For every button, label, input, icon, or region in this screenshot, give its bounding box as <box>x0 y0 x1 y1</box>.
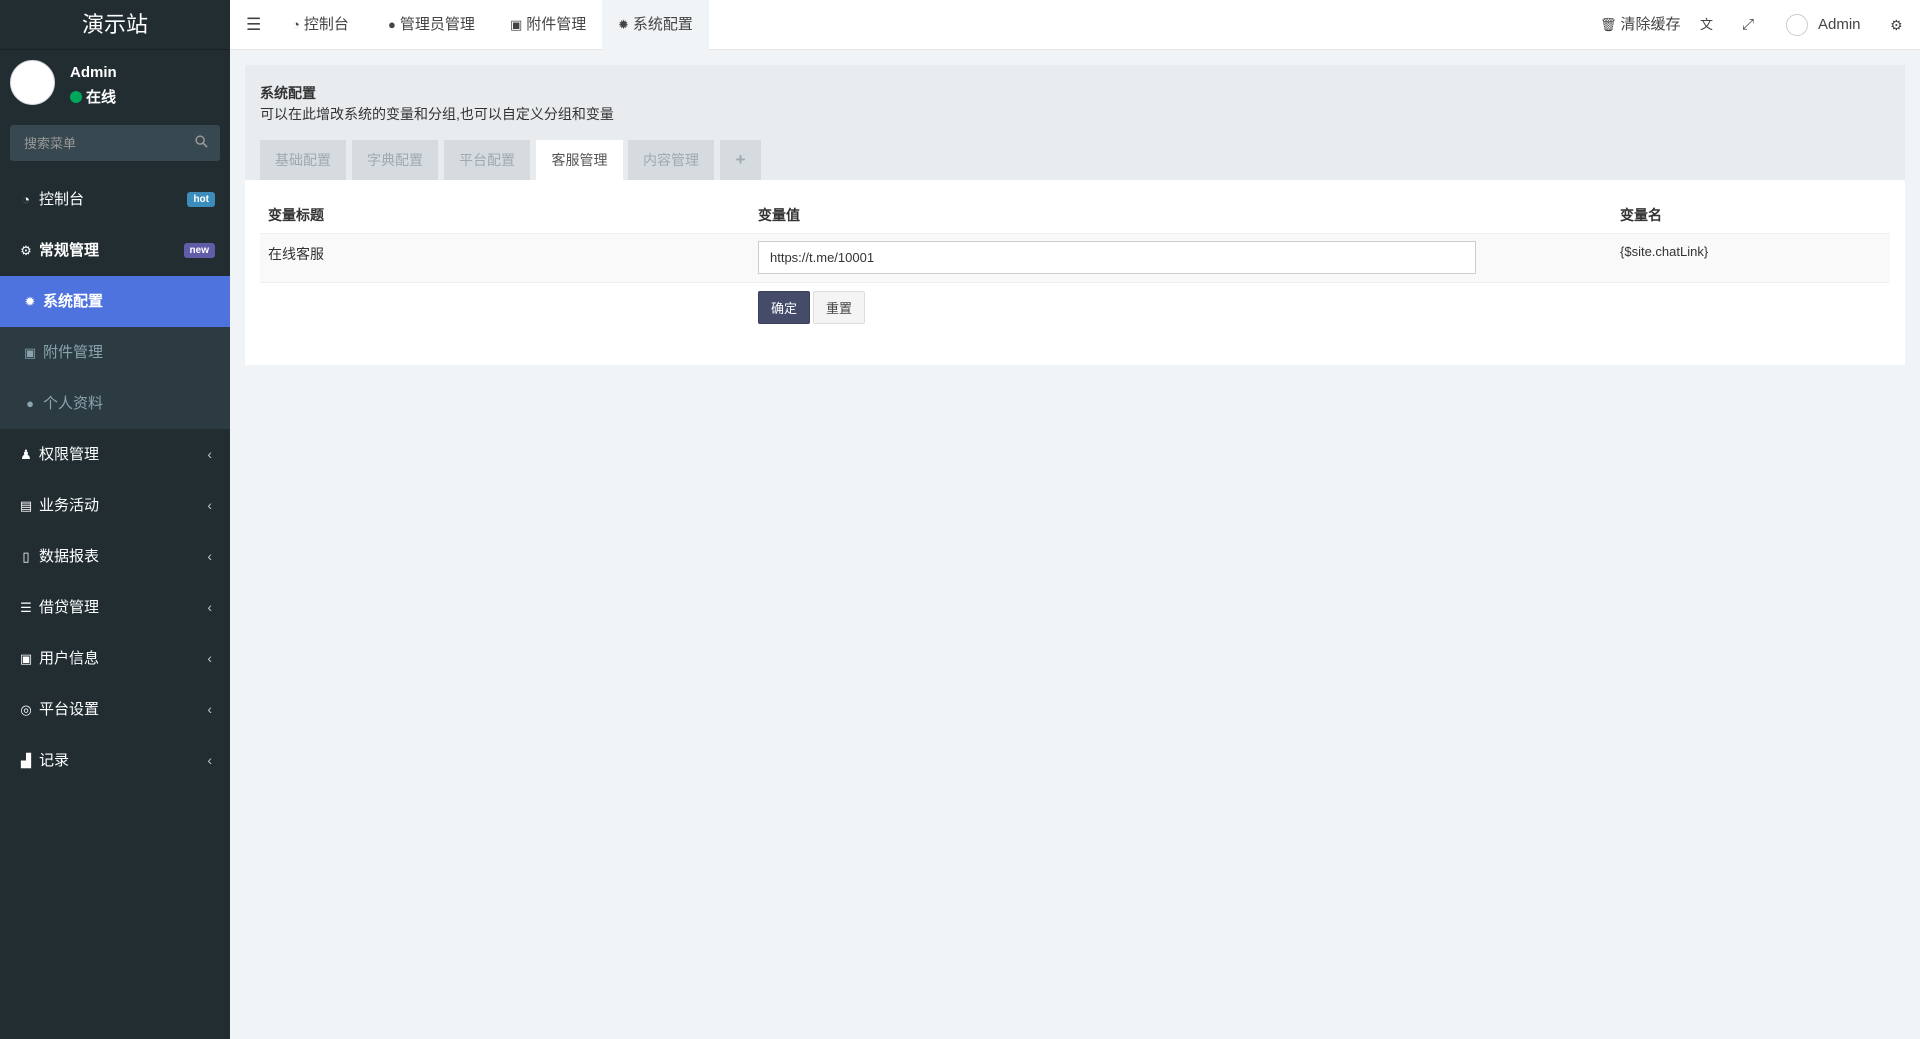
area-chart-icon: ▟ <box>21 753 31 768</box>
tab-system-config[interactable]: ✹ 系统配置 <box>602 0 709 50</box>
sidebar-item-dashboard[interactable]: ◔ 控制台 hot <box>0 174 230 225</box>
confirm-button[interactable]: 确定 <box>758 291 811 324</box>
page-title: 系统配置 <box>260 85 316 101</box>
chevron-left-icon: ‹ <box>207 599 212 615</box>
column-header-title: 变量标题 <box>268 207 324 223</box>
chevron-left-icon: ‹ <box>207 701 212 717</box>
sidebar-toggle-icon[interactable]: ☰ <box>246 0 261 50</box>
tab-platform-config[interactable]: 平台配置 <box>444 140 530 180</box>
panel-heading: 系统配置 可以在此增改系统的变量和分组,也可以自定义分组和变量 基础配置 字典配… <box>245 65 1905 180</box>
gear-icon: ✹ <box>24 294 36 309</box>
status-text: 在线 <box>86 89 117 106</box>
settings-cogs-icon[interactable]: ⚙ <box>1890 0 1903 50</box>
sidebar-item-platform[interactable]: ◎ 平台设置 ‹ <box>0 684 230 735</box>
sidebar-item-attachments[interactable]: ▣ 附件管理 <box>0 327 230 378</box>
page-description: 可以在此增改系统的变量和分组,也可以自定义分组和变量 <box>260 106 614 122</box>
sidebar-item-label: 常规管理 <box>39 242 100 259</box>
search-input[interactable] <box>10 125 220 161</box>
online-dot-icon <box>70 91 82 103</box>
tab-attachments[interactable]: ▣ 附件管理 <box>510 0 586 50</box>
chevron-left-icon: ‹ <box>207 650 212 666</box>
sidebar-item-reports[interactable]: ▯ 数据报表 ‹ <box>0 531 230 582</box>
image-file-icon: ▣ <box>510 17 523 32</box>
sidebar: 演示站 Admin 在线 ◔ 控制台 hot ⚙ 常规管理 new ✹ 系统配置 ▣ 附… <box>0 0 230 1039</box>
sidebar-item-label: 借贷管理 <box>39 599 100 616</box>
reset-button[interactable]: 重置 <box>813 291 866 324</box>
sidebar-item-label: 系统配置 <box>43 293 104 310</box>
sidebar-item-label: 数据报表 <box>39 548 100 565</box>
sidebar-item-label: 平台设置 <box>39 701 100 718</box>
search-icon[interactable] <box>195 135 208 148</box>
tab-label: 附件管理 <box>526 16 587 33</box>
trash-icon: 🗑 <box>1600 17 1617 32</box>
sidebar-item-label: 个人资料 <box>43 395 104 412</box>
gear-icon: ✹ <box>618 17 629 32</box>
tab-content-management[interactable]: 内容管理 <box>628 140 714 180</box>
general-submenu: ✹ 系统配置 ▣ 附件管理 ● 个人资料 <box>0 276 230 429</box>
user-status: 在线 <box>70 86 116 107</box>
dashboard-icon: ◔ <box>292 17 300 32</box>
sidebar-item-users[interactable]: ▣ 用户信息 ‹ <box>0 633 230 684</box>
row-title: 在线客服 <box>268 246 324 262</box>
clear-cache-button[interactable]: 🗑 清除缓存 <box>1600 0 1681 50</box>
sidebar-item-general[interactable]: ⚙ 常规管理 new <box>0 225 230 276</box>
sidebar-item-profile[interactable]: ● 个人资料 <box>0 378 230 429</box>
cogs-icon: ⚙ <box>20 243 32 258</box>
newspaper-icon: ▤ <box>19 498 33 513</box>
column-header-name: 变量名 <box>1620 207 1662 223</box>
sidebar-item-label: 控制台 <box>39 191 85 208</box>
avatar <box>1786 14 1808 37</box>
sidebar-item-label: 业务活动 <box>39 497 100 514</box>
sidebar-item-system-config[interactable]: ✹ 系统配置 <box>0 276 230 327</box>
chevron-left-icon: ‹ <box>207 497 212 513</box>
sidebar-menu: ◔ 控制台 hot ⚙ 常规管理 new ✹ 系统配置 ▣ 附件管理 ● 个人资料 ♟ 权限… <box>0 174 230 786</box>
file-icon: ▯ <box>22 549 30 564</box>
chat-link-input[interactable] <box>758 241 1476 274</box>
site-logo[interactable]: 演示站 <box>0 0 230 50</box>
tab-label: 控制台 <box>303 16 349 33</box>
column-header-value: 变量值 <box>758 207 800 223</box>
user-name: Admin <box>70 64 117 81</box>
chevron-left-icon: ‹ <box>207 548 212 564</box>
chevron-left-icon: ‹ <box>207 446 212 462</box>
avatar <box>10 60 55 105</box>
tab-label: 系统配置 <box>632 16 693 33</box>
new-badge: new <box>183 243 215 258</box>
image-file-icon: ▣ <box>23 345 37 360</box>
dashboard-icon: ◔ <box>22 192 30 207</box>
user-icon: ● <box>388 17 396 32</box>
hot-badge: hot <box>187 192 215 207</box>
add-tab-button[interactable]: + <box>720 140 761 180</box>
menu-search <box>10 125 220 161</box>
sidebar-item-permissions[interactable]: ♟ 权限管理 ‹ <box>0 429 230 480</box>
sidebar-item-label: 附件管理 <box>43 344 104 361</box>
group-icon: ♟ <box>20 447 32 462</box>
sidebar-item-label: 用户信息 <box>39 650 100 667</box>
tab-dashboard[interactable]: ◔ 控制台 <box>292 0 349 50</box>
chevron-left-icon: ‹ <box>207 752 212 768</box>
tab-admin-management[interactable]: ● 管理员管理 <box>388 0 475 50</box>
list-icon: ☰ <box>20 600 32 615</box>
row-variable-name: {$site.chatLink} <box>1620 244 1709 259</box>
top-header: ☰ ◔ 控制台 ● 管理员管理 ▣ 附件管理 ✹ 系统配置 🗑 清除缓存 文 ⤢ Admi… <box>230 0 1920 50</box>
tab-label: 管理员管理 <box>399 16 475 33</box>
sidebar-item-records[interactable]: ▟ 记录 ‹ <box>0 735 230 786</box>
user-icon: ● <box>26 396 34 411</box>
tab-dict-config[interactable]: 字典配置 <box>352 140 438 180</box>
sidebar-item-business[interactable]: ▤ 业务活动 ‹ <box>0 480 230 531</box>
clear-cache-label: 清除缓存 <box>1620 16 1681 33</box>
user-menu[interactable]: Admin <box>1786 0 1861 50</box>
header-admin-name: Admin <box>1818 16 1861 33</box>
config-panel: 系统配置 可以在此增改系统的变量和分组,也可以自定义分组和变量 基础配置 字典配… <box>245 65 1905 365</box>
fullscreen-icon[interactable]: ⤢ <box>1742 0 1754 50</box>
sidebar-item-loans[interactable]: ☰ 借贷管理 ‹ <box>0 582 230 633</box>
sidebar-item-label: 权限管理 <box>39 446 100 463</box>
language-icon[interactable]: 文 <box>1700 0 1713 50</box>
dot-circle-icon: ◎ <box>20 702 32 717</box>
tab-basic-config[interactable]: 基础配置 <box>260 140 346 180</box>
tab-customer-service[interactable]: 客服管理 <box>536 140 623 180</box>
address-book-icon: ▣ <box>19 651 33 666</box>
sidebar-item-label: 记录 <box>39 752 70 769</box>
